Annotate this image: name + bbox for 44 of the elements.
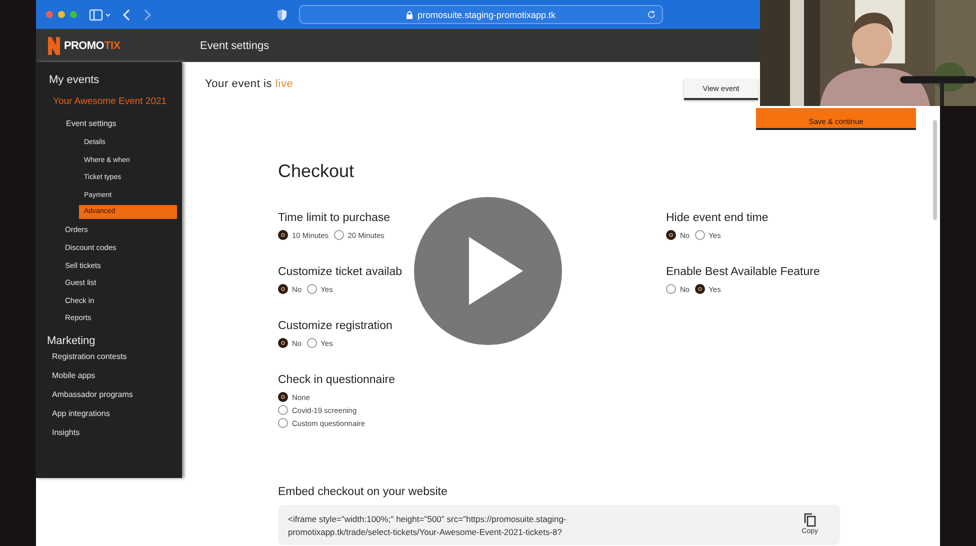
sidebar-item[interactable]: Mobile apps (52, 366, 96, 385)
radio-button[interactable] (278, 418, 288, 428)
event-name-link[interactable]: Your Awesome Event 2021 (53, 94, 173, 109)
address-bar[interactable]: promosuite.staging-promotixapp.tk (299, 5, 663, 24)
shield-icon[interactable] (277, 8, 287, 20)
sidebar-heading: Marketing (47, 334, 96, 347)
logo-text: PROMOTIX (64, 40, 120, 52)
sidebar-item[interactable]: Insights (52, 422, 80, 442)
copy-icon (804, 513, 816, 527)
section-title: Checkout (278, 161, 354, 182)
sidebar-item[interactable]: Event settings (66, 114, 116, 134)
back-icon[interactable] (123, 8, 131, 20)
setting-label: Customize registration (278, 320, 394, 332)
logo-icon (47, 36, 61, 56)
sidebar-item[interactable]: App integrations (52, 404, 110, 423)
radio-button[interactable] (694, 284, 705, 294)
sidebar-item[interactable]: Registration contests (52, 346, 127, 366)
embed-code: <iframe style="width:100%;" height="500" src="https://promosuite.staging-promotixapp.tk/trade/select-tickets/Your-Awesome-Event-2021-tickets-8? (288, 513, 568, 539)
radio-button[interactable] (278, 230, 288, 240)
sidebar-heading: My events (49, 74, 100, 86)
radio-button[interactable] (278, 284, 288, 294)
forward-icon[interactable] (143, 8, 151, 20)
setting-label: Hide event end time (666, 212, 770, 224)
radio-button[interactable] (278, 392, 288, 402)
radio-button[interactable] (666, 284, 676, 294)
radio-button[interactable] (334, 230, 344, 240)
event-status: Your event is live (205, 78, 294, 92)
sidebar-toggle-icon[interactable] (89, 8, 111, 20)
reload-icon[interactable] (647, 10, 656, 19)
radio-button[interactable] (306, 338, 317, 348)
radio-button[interactable] (306, 284, 317, 294)
setting-label: Check in questionnaire (278, 374, 396, 386)
radio-button[interactable] (278, 338, 288, 348)
radio-button[interactable] (278, 405, 288, 415)
page-title: Event settings (200, 40, 270, 52)
setting-label: Enable Best Available Feature (666, 266, 821, 278)
sidebar-item[interactable]: Ambassador programs (52, 384, 133, 404)
radio-button[interactable] (666, 230, 676, 240)
setting-label: Customize ticket availab (278, 266, 403, 278)
radio-button[interactable] (694, 230, 705, 240)
lock-icon (406, 10, 414, 18)
embed-title: Embed checkout on your website (278, 486, 448, 498)
window-controls-icon[interactable] (46, 11, 77, 18)
setting-label: Time limit to purchase (278, 212, 392, 224)
